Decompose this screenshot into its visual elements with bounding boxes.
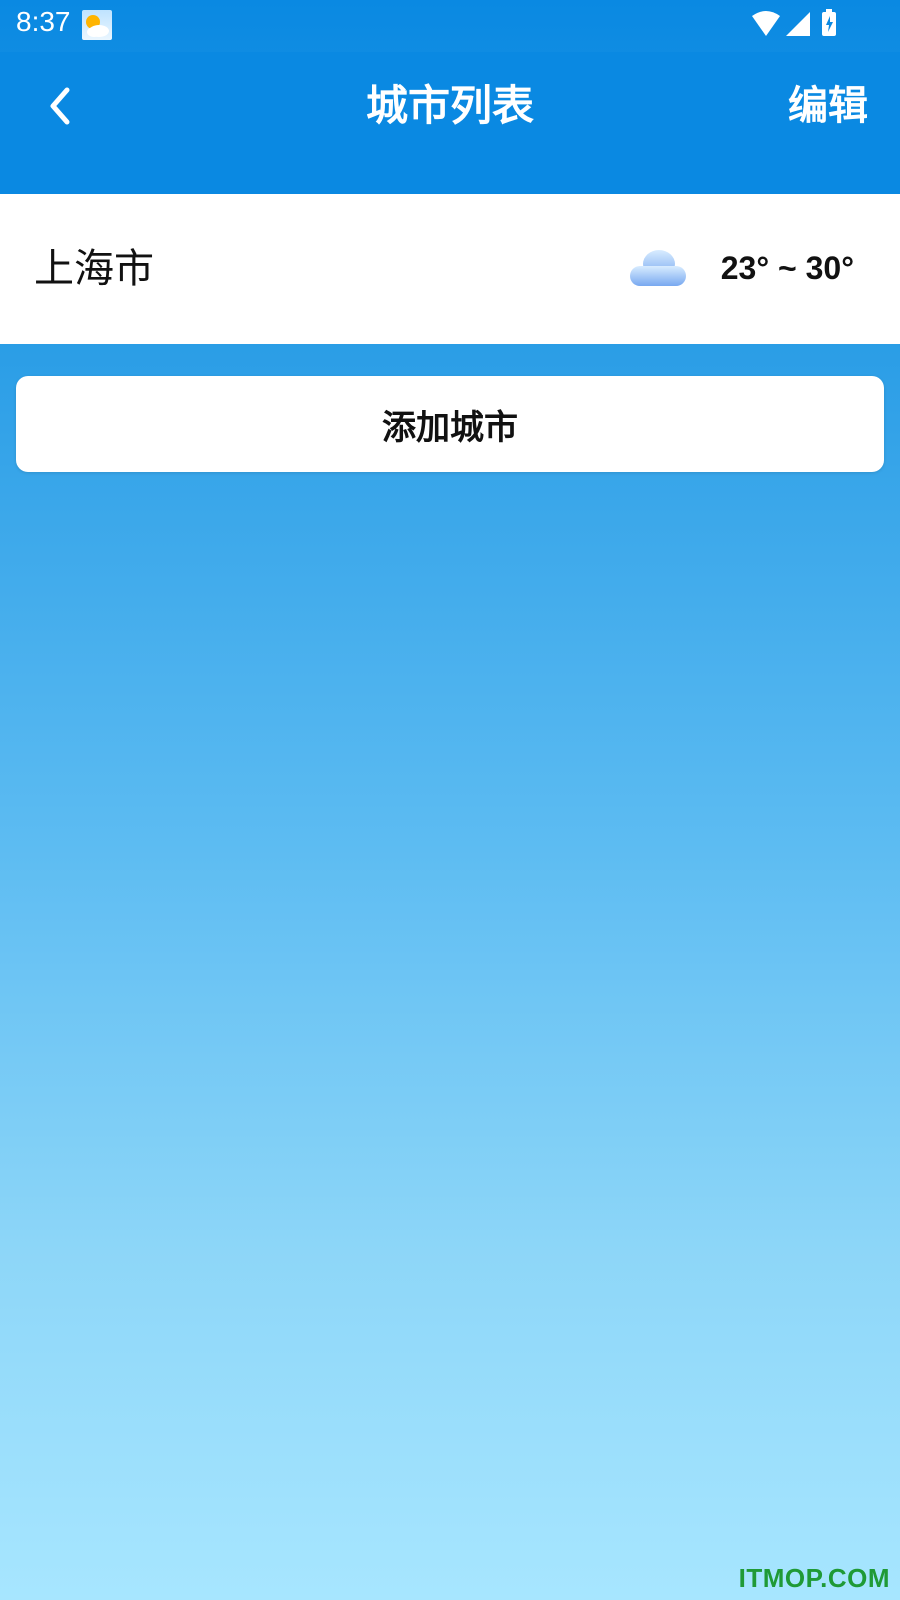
- page-title: 城市列表: [365, 81, 534, 130]
- weather-app-icon: [82, 10, 112, 40]
- watermark: ITMOP.COM: [738, 1563, 890, 1593]
- app-header: 城市列表 编辑: [0, 52, 900, 194]
- temperature-range: 23° ~ 30°: [720, 250, 854, 286]
- status-time: 8:37: [16, 6, 71, 37]
- wifi-icon: [752, 11, 780, 36]
- status-icons: [750, 8, 850, 44]
- add-city-button[interactable]: 添加城市: [16, 376, 884, 472]
- city-list-item[interactable]: 上海市 23° ~ 30°: [0, 194, 900, 344]
- signal-icon: [786, 12, 810, 36]
- city-name: 上海市: [34, 246, 154, 292]
- back-button[interactable]: [34, 80, 86, 132]
- battery-charging-icon: [822, 9, 836, 36]
- chevron-left-icon: [50, 87, 70, 125]
- edit-button[interactable]: 编辑: [788, 80, 868, 132]
- status-bar: 8:37: [0, 0, 900, 52]
- cloud-icon: [626, 246, 688, 290]
